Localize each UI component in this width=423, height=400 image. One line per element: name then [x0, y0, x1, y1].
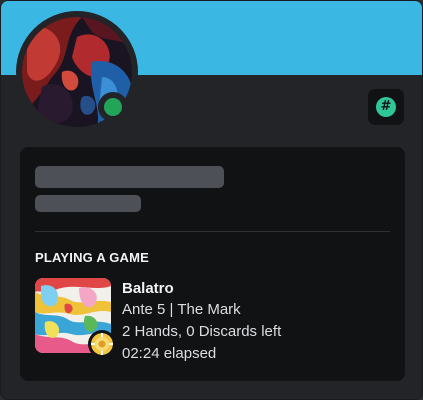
divider [35, 231, 390, 232]
profile-badge[interactable]: # [368, 89, 404, 125]
activity-elapsed-time: 02:24 elapsed [122, 345, 217, 362]
profile-body: PLAYING A GAME Balatro Ante 5 | The Mark… [20, 147, 405, 381]
display-name-placeholder [35, 166, 224, 188]
chip-icon [91, 333, 113, 355]
joker-chip-icon[interactable] [91, 333, 113, 355]
activity-state-line: 2 Hands, 0 Discards left [122, 323, 282, 340]
hashtag-icon: # [376, 97, 396, 117]
activity-details-line: Ante 5 | The Mark [122, 301, 241, 318]
online-status-icon [104, 98, 122, 116]
activity-details: Balatro Ante 5 | The Mark 2 Hands, 0 Dis… [122, 278, 281, 365]
game-name[interactable]: Balatro [122, 278, 281, 299]
username-placeholder [35, 195, 141, 212]
activity-header: PLAYING A GAME [35, 250, 150, 265]
profile-popout: # PLAYING A GAME Balatro Ante 5 | The Ma… [0, 0, 423, 400]
